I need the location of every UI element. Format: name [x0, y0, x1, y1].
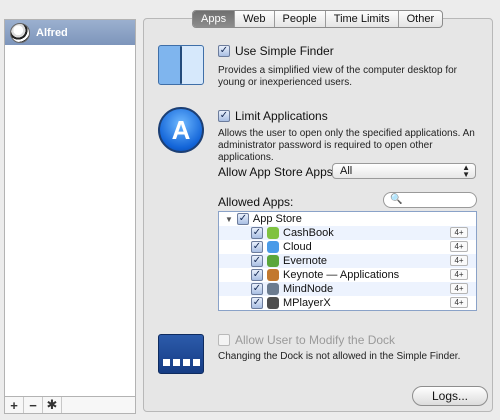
dock-icon — [158, 334, 204, 374]
app-name: Evernote — [283, 255, 328, 267]
modify-dock-checkbox[interactable] — [218, 334, 230, 346]
app-row[interactable]: ✓ Keynote — Applications 4+ — [219, 268, 476, 282]
app-name: Keynote — Applications — [283, 269, 400, 281]
user-name: Alfred — [36, 26, 68, 39]
evernote-icon — [267, 255, 279, 267]
app-row[interactable]: ✓ MindNode 4+ — [219, 282, 476, 296]
app-group-label: App Store — [252, 213, 302, 225]
age-rating-badge: 4+ — [450, 241, 468, 252]
app-checkbox[interactable]: ✓ — [251, 297, 263, 309]
allowed-apps-list[interactable]: ▼ ✓ App Store ✓ CashBook 4+ ✓ Cloud 4+ ✓… — [218, 211, 477, 311]
users-footer-bar: + − ✱ — [4, 397, 136, 414]
age-rating-badge: 4+ — [450, 283, 468, 294]
age-rating-badge: 4+ — [450, 297, 468, 308]
app-checkbox[interactable]: ✓ — [251, 283, 263, 295]
app-row[interactable]: ✓ Evernote 4+ — [219, 254, 476, 268]
allowed-apps-label: Allowed Apps: — [218, 195, 294, 209]
tab-apps[interactable]: Apps — [193, 11, 236, 27]
simple-finder-option: ✓ Use Simple Finder — [218, 44, 334, 58]
app-store-apps-popup[interactable]: All ▲ ▼ — [332, 163, 476, 179]
modify-dock-description: Changing the Dock is not allowed in the … — [218, 351, 461, 362]
mplayerx-icon — [267, 297, 279, 309]
tab-other[interactable]: Other — [399, 11, 443, 27]
age-rating-badge: 4+ — [450, 227, 468, 238]
age-rating-badge: 4+ — [450, 269, 468, 280]
app-row[interactable]: ✓ MPlayerX 4+ — [219, 296, 476, 310]
app-store-apps-value: All — [340, 165, 353, 177]
app-name: Cloud — [283, 241, 312, 253]
tab-time-limits[interactable]: Time Limits — [326, 11, 399, 27]
keynote-icon — [267, 269, 279, 281]
app-name: MPlayerX — [283, 297, 331, 309]
app-checkbox[interactable]: ✓ — [251, 269, 263, 281]
modify-dock-label: Allow User to Modify the Dock — [235, 333, 396, 347]
disclosure-triangle-icon[interactable]: ▼ — [225, 215, 233, 224]
cloud-icon — [267, 241, 279, 253]
tab-bar: Apps Web People Time Limits Other — [192, 10, 444, 28]
remove-user-button[interactable]: − — [24, 397, 43, 413]
simple-finder-description: Provides a simplified view of the comput… — [218, 65, 457, 88]
age-rating-badge: 4+ — [450, 255, 468, 266]
modify-dock-option: Allow User to Modify the Dock — [218, 333, 395, 347]
app-row[interactable]: ✓ Cloud 4+ — [219, 240, 476, 254]
apps-pane: ✓ Use Simple Finder Provides a simplifie… — [143, 18, 493, 412]
simple-finder-label: Use Simple Finder — [235, 44, 334, 58]
limit-apps-label: Limit Applications — [235, 109, 328, 123]
app-group-row[interactable]: ▼ ✓ App Store — [219, 212, 476, 226]
app-row[interactable]: ✓ CashBook 4+ — [219, 226, 476, 240]
app-checkbox[interactable]: ✓ — [251, 255, 263, 267]
limit-apps-description: Allows the user to open only the specifi… — [218, 128, 475, 163]
app-name: CashBook — [283, 227, 334, 239]
cashbook-icon — [267, 227, 279, 239]
popup-arrows-icon: ▲ ▼ — [462, 163, 470, 179]
mindnode-icon — [267, 283, 279, 295]
soccer-ball-avatar-icon — [10, 22, 30, 43]
app-checkbox[interactable]: ✓ — [251, 227, 263, 239]
limit-apps-option: ✓ Limit Applications — [218, 109, 328, 123]
gear-icon[interactable]: ✱ — [43, 397, 62, 413]
app-name: MindNode — [283, 283, 334, 295]
app-checkbox[interactable]: ✓ — [251, 241, 263, 253]
app-store-icon: A — [158, 107, 204, 153]
search-icon: 🔍 — [390, 194, 403, 205]
user-row-alfred[interactable]: Alfred — [5, 20, 135, 45]
users-list: Alfred — [4, 19, 136, 397]
tab-web[interactable]: Web — [235, 11, 275, 27]
simple-finder-checkbox[interactable]: ✓ — [218, 45, 230, 57]
add-user-button[interactable]: + — [5, 397, 24, 413]
allowed-apps-search-field[interactable]: 🔍 — [383, 192, 477, 208]
tab-people[interactable]: People — [275, 11, 326, 27]
limit-apps-checkbox[interactable]: ✓ — [218, 110, 230, 122]
app-store-apps-label: Allow App Store Apps: — [218, 165, 337, 179]
logs-button[interactable]: Logs... — [412, 386, 488, 406]
app-group-checkbox[interactable]: ✓ — [236, 213, 249, 225]
finder-icon — [158, 45, 204, 85]
